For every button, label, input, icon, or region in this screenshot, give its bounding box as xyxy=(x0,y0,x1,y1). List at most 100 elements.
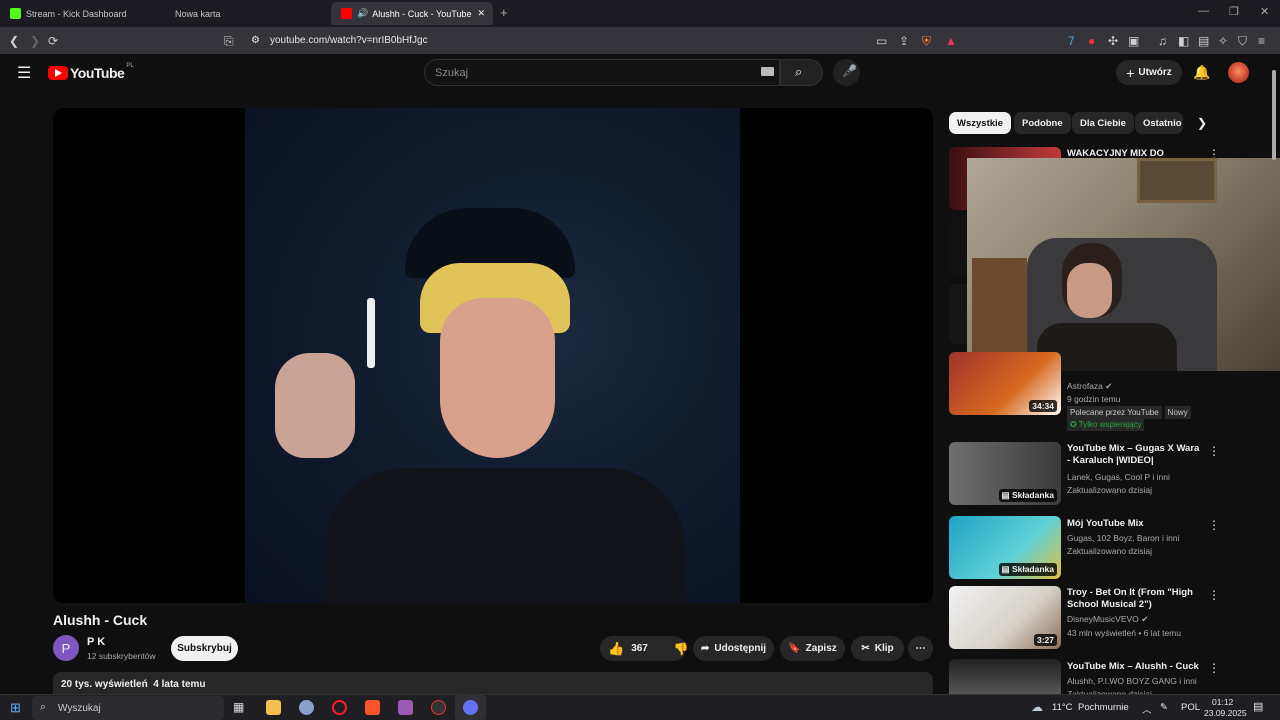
new-tab-icon[interactable]: + xyxy=(500,5,508,20)
search-input[interactable]: Szukaj xyxy=(424,59,780,86)
media-icon[interactable]: ♫ xyxy=(1158,34,1167,48)
vpn-icon[interactable]: ⛉ xyxy=(1238,34,1247,49)
opera-icon[interactable] xyxy=(332,700,347,715)
video-title[interactable]: YouTube Mix – Gugas X Wara - Karaluch |W… xyxy=(1067,443,1202,467)
chip-recent[interactable]: Ostatnio xyxy=(1135,112,1183,134)
members-icon: ✪ xyxy=(1070,420,1077,429)
brave-shield-icon[interactable]: ⛨ xyxy=(922,34,931,49)
close-tab-icon[interactable]: ✕ xyxy=(477,8,485,19)
tab-new-tab[interactable]: Nowa karta xyxy=(165,2,330,25)
leo-ai-icon[interactable]: ✧ xyxy=(1218,34,1228,48)
like-button[interactable]: 👍 367 xyxy=(608,641,648,657)
video-thumbnail[interactable]: 3:27 xyxy=(949,586,1061,649)
file-explorer-icon[interactable] xyxy=(266,700,281,715)
menu-icon[interactable]: ≡ xyxy=(1258,34,1265,48)
hand-shape xyxy=(275,353,355,458)
channel-name[interactable]: DisneyMusicVEVO ✔ xyxy=(1067,614,1148,625)
taskbar-search[interactable]: ⌕ Wyszukaj xyxy=(32,696,224,720)
restore-icon[interactable]: ❐ xyxy=(1229,5,1239,18)
chip-for-you[interactable]: Dla Ciebie xyxy=(1072,112,1134,134)
more-actions-button[interactable]: ⋯ xyxy=(908,636,933,661)
weather-temp[interactable]: 11°C xyxy=(1052,702,1073,713)
site-info-icon[interactable]: ⚙ xyxy=(251,35,260,46)
pen-icon[interactable]: ✎ xyxy=(1160,702,1168,713)
channel-name[interactable]: Gugas, 102 Boyz, Baron i inni xyxy=(1067,533,1179,543)
back-icon[interactable]: ❮ xyxy=(9,34,19,48)
region-code: PL xyxy=(126,63,134,69)
video-thumbnail[interactable] xyxy=(949,659,1061,694)
extension-red-icon[interactable]: ● xyxy=(1088,34,1095,48)
create-button[interactable]: + Utwórz xyxy=(1116,60,1182,85)
forward-icon[interactable]: ❯ xyxy=(30,34,40,48)
hamburger-menu-icon[interactable]: ☰ xyxy=(17,63,31,83)
verified-icon: ✔ xyxy=(1141,614,1149,624)
clock-date[interactable]: 23.09.2025 xyxy=(1204,708,1247,718)
webcam-overlay xyxy=(967,158,1280,371)
chevron-right-icon[interactable]: ❯ xyxy=(1197,116,1207,130)
address-bar[interactable]: ⚙ youtube.com/watch?v=nrIB0bHfJgc xyxy=(245,30,965,51)
subscribe-button[interactable]: Subskrybuj xyxy=(171,636,238,661)
share-button[interactable]: ➦ Udostępnij xyxy=(693,636,774,661)
app-icon[interactable] xyxy=(398,700,413,715)
windows-start-icon[interactable]: ⊞ xyxy=(10,700,21,716)
video-thumbnail[interactable]: 34:34 xyxy=(949,352,1061,415)
extension-7tv-icon[interactable]: 7 xyxy=(1068,34,1075,48)
minimize-icon[interactable]: — xyxy=(1198,5,1209,17)
channel-name[interactable]: P K xyxy=(87,636,105,648)
like-count: 367 xyxy=(631,643,648,654)
more-vertical-icon[interactable]: ⋮ xyxy=(1208,518,1220,532)
brave-icon[interactable] xyxy=(365,700,380,715)
close-window-icon[interactable]: ✕ xyxy=(1260,5,1269,18)
clip-button[interactable]: ✂ Klip xyxy=(851,636,904,661)
tab-kick-dashboard[interactable]: Stream - Kick Dashboard xyxy=(0,2,165,25)
video-player[interactable] xyxy=(53,108,933,603)
channel-avatar[interactable]: P xyxy=(53,635,79,661)
video-title[interactable]: Mój YouTube Mix xyxy=(1067,518,1202,530)
sidebar-icon[interactable]: ◧ xyxy=(1178,34,1189,48)
mix-label: ▤ Składanka xyxy=(998,563,1057,576)
screenshot-icon[interactable]: ▣ xyxy=(1128,34,1139,48)
app-icon[interactable] xyxy=(299,700,314,715)
chip-all[interactable]: Wszystkie xyxy=(949,112,1011,134)
reload-icon[interactable]: ⟳ xyxy=(48,34,58,48)
chip-related[interactable]: Podobne xyxy=(1014,112,1071,134)
video-thumbnail[interactable]: ▤ Składanka xyxy=(949,442,1061,505)
thumbs-down-icon[interactable]: 👎 xyxy=(674,642,689,656)
video-title[interactable]: YouTube Mix – Alushh - Cuck xyxy=(1067,661,1202,673)
page-scrollbar[interactable] xyxy=(1272,70,1276,160)
verified-icon: ✔ xyxy=(1105,381,1113,391)
more-vertical-icon[interactable]: ⋮ xyxy=(1208,661,1220,675)
cast-icon[interactable]: ▭ xyxy=(876,34,887,48)
notifications-icon[interactable]: ▤ xyxy=(1253,700,1263,713)
tab-youtube[interactable]: 🔊 Alushh - Cuck - YouTube ✕ xyxy=(331,2,493,25)
save-label: Zapisz xyxy=(805,643,837,654)
channel-name[interactable]: Astrofaza ✔ xyxy=(1067,381,1112,392)
save-button[interactable]: 🔖 Zapisz xyxy=(780,636,845,661)
notifications-bell-icon[interactable]: 🔔 xyxy=(1193,64,1210,81)
task-view-icon[interactable]: ▦ xyxy=(233,700,248,715)
youtube-logo[interactable]: YouTube PL xyxy=(48,63,134,81)
keyboard-icon[interactable] xyxy=(761,67,774,76)
brave-rewards-icon[interactable]: ▲ xyxy=(945,34,957,48)
bookmark-icon[interactable]: ⎘ xyxy=(224,34,234,49)
clock-time[interactable]: 01:12 xyxy=(1212,697,1233,707)
wallet-icon[interactable]: ▤ xyxy=(1198,34,1209,48)
more-vertical-icon[interactable]: ⋮ xyxy=(1208,588,1220,602)
more-vertical-icon[interactable]: ⋮ xyxy=(1208,444,1220,458)
avatar[interactable] xyxy=(1228,62,1249,83)
video-title[interactable]: Troy - Bet On It (From "High School Musi… xyxy=(1067,587,1202,611)
channel-name[interactable]: Lanek, Gugas, Cool P i inni xyxy=(1067,472,1170,482)
weather-desc[interactable]: Pochmurnie xyxy=(1078,702,1129,713)
channel-name[interactable]: Alushh, P.I.WO BOYZ GANG i inni xyxy=(1067,676,1197,686)
active-app-highlight xyxy=(455,695,486,720)
create-label: Utwórz xyxy=(1138,67,1172,78)
share-page-icon[interactable]: ⇪ xyxy=(899,34,909,48)
chevron-up-icon[interactable]: ︿ xyxy=(1142,702,1152,716)
voice-search-button[interactable]: 🎤 xyxy=(833,59,860,86)
language-indicator[interactable]: POL xyxy=(1181,702,1200,713)
search-button[interactable]: ⌕ xyxy=(780,59,823,86)
video-thumbnail[interactable]: ▤ Składanka xyxy=(949,516,1061,579)
tab-label: Alushh - Cuck - YouTube xyxy=(372,8,472,19)
extensions-icon[interactable]: ✣ xyxy=(1108,34,1118,48)
app-icon[interactable] xyxy=(431,700,446,715)
